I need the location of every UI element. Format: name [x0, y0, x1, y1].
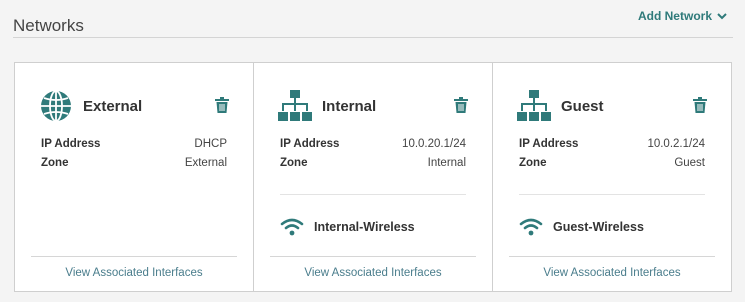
ip-row: IP Address 10.0.20.1/24 — [280, 134, 466, 153]
footer-divider — [509, 256, 715, 257]
network-name: External — [83, 97, 143, 115]
ip-value: 10.0.20.1/24 — [402, 137, 466, 150]
ip-label: IP Address — [41, 137, 101, 150]
wifi-icon — [519, 218, 543, 236]
footer-divider — [270, 256, 476, 257]
zone-value: Guest — [674, 156, 705, 169]
zone-row: Zone External — [41, 153, 227, 172]
card-header: External — [39, 89, 229, 123]
ip-value: 10.0.2.1/24 — [647, 137, 705, 150]
trash-icon[interactable] — [454, 97, 468, 113]
network-details: IP Address 10.0.20.1/24 Zone Internal — [280, 134, 466, 172]
network-cards: External IP Address DHCP Zone External V… — [14, 62, 732, 292]
network-card-internal: Internal IP Address 10.0.20.1/24 Zone In… — [254, 63, 493, 291]
view-associated-interfaces-link[interactable]: View Associated Interfaces — [15, 267, 253, 279]
view-associated-interfaces-link[interactable]: View Associated Interfaces — [493, 267, 731, 279]
network-card-guest: Guest IP Address 10.0.2.1/24 Zone Guest — [493, 63, 731, 291]
wireless-network-name: Internal-Wireless — [314, 220, 415, 234]
network-name: Guest — [561, 97, 604, 115]
page-header: Networks Add Network — [13, 0, 733, 38]
ip-row: IP Address DHCP — [41, 134, 227, 153]
network-name: Internal — [322, 97, 377, 115]
add-network-button[interactable]: Add Network — [638, 9, 727, 23]
wireless-network-name: Guest-Wireless — [553, 220, 644, 234]
zone-row: Zone Internal — [280, 153, 466, 172]
network-tree-icon — [278, 89, 314, 123]
trash-icon[interactable] — [215, 97, 229, 113]
card-header: Internal — [278, 89, 468, 123]
ip-row: IP Address 10.0.2.1/24 — [519, 134, 705, 153]
section-divider — [519, 194, 705, 195]
view-associated-interfaces-link[interactable]: View Associated Interfaces — [254, 267, 492, 279]
wireless-network-item[interactable]: Guest-Wireless — [519, 217, 644, 237]
wifi-icon — [280, 218, 304, 236]
section-divider — [280, 194, 466, 195]
network-details: IP Address DHCP Zone External — [41, 134, 227, 172]
wireless-network-item[interactable]: Internal-Wireless — [280, 217, 415, 237]
zone-label: Zone — [519, 156, 547, 169]
card-header: Guest — [517, 89, 707, 123]
ip-label: IP Address — [519, 137, 579, 150]
zone-value: External — [184, 156, 227, 169]
ip-value: DHCP — [194, 137, 227, 150]
chevron-down-icon — [717, 12, 727, 19]
network-card-external: External IP Address DHCP Zone External V… — [15, 63, 254, 291]
trash-icon[interactable] — [693, 97, 707, 113]
globe-icon — [39, 89, 75, 123]
zone-label: Zone — [280, 156, 308, 169]
zone-label: Zone — [41, 156, 69, 169]
page-title: Networks — [13, 16, 84, 35]
add-network-label: Add Network — [637, 9, 712, 23]
ip-label: IP Address — [280, 137, 340, 150]
zone-row: Zone Guest — [519, 153, 705, 172]
network-details: IP Address 10.0.2.1/24 Zone Guest — [519, 134, 705, 172]
footer-divider — [31, 256, 237, 257]
network-tree-icon — [517, 89, 553, 123]
zone-value: Internal — [427, 156, 466, 169]
